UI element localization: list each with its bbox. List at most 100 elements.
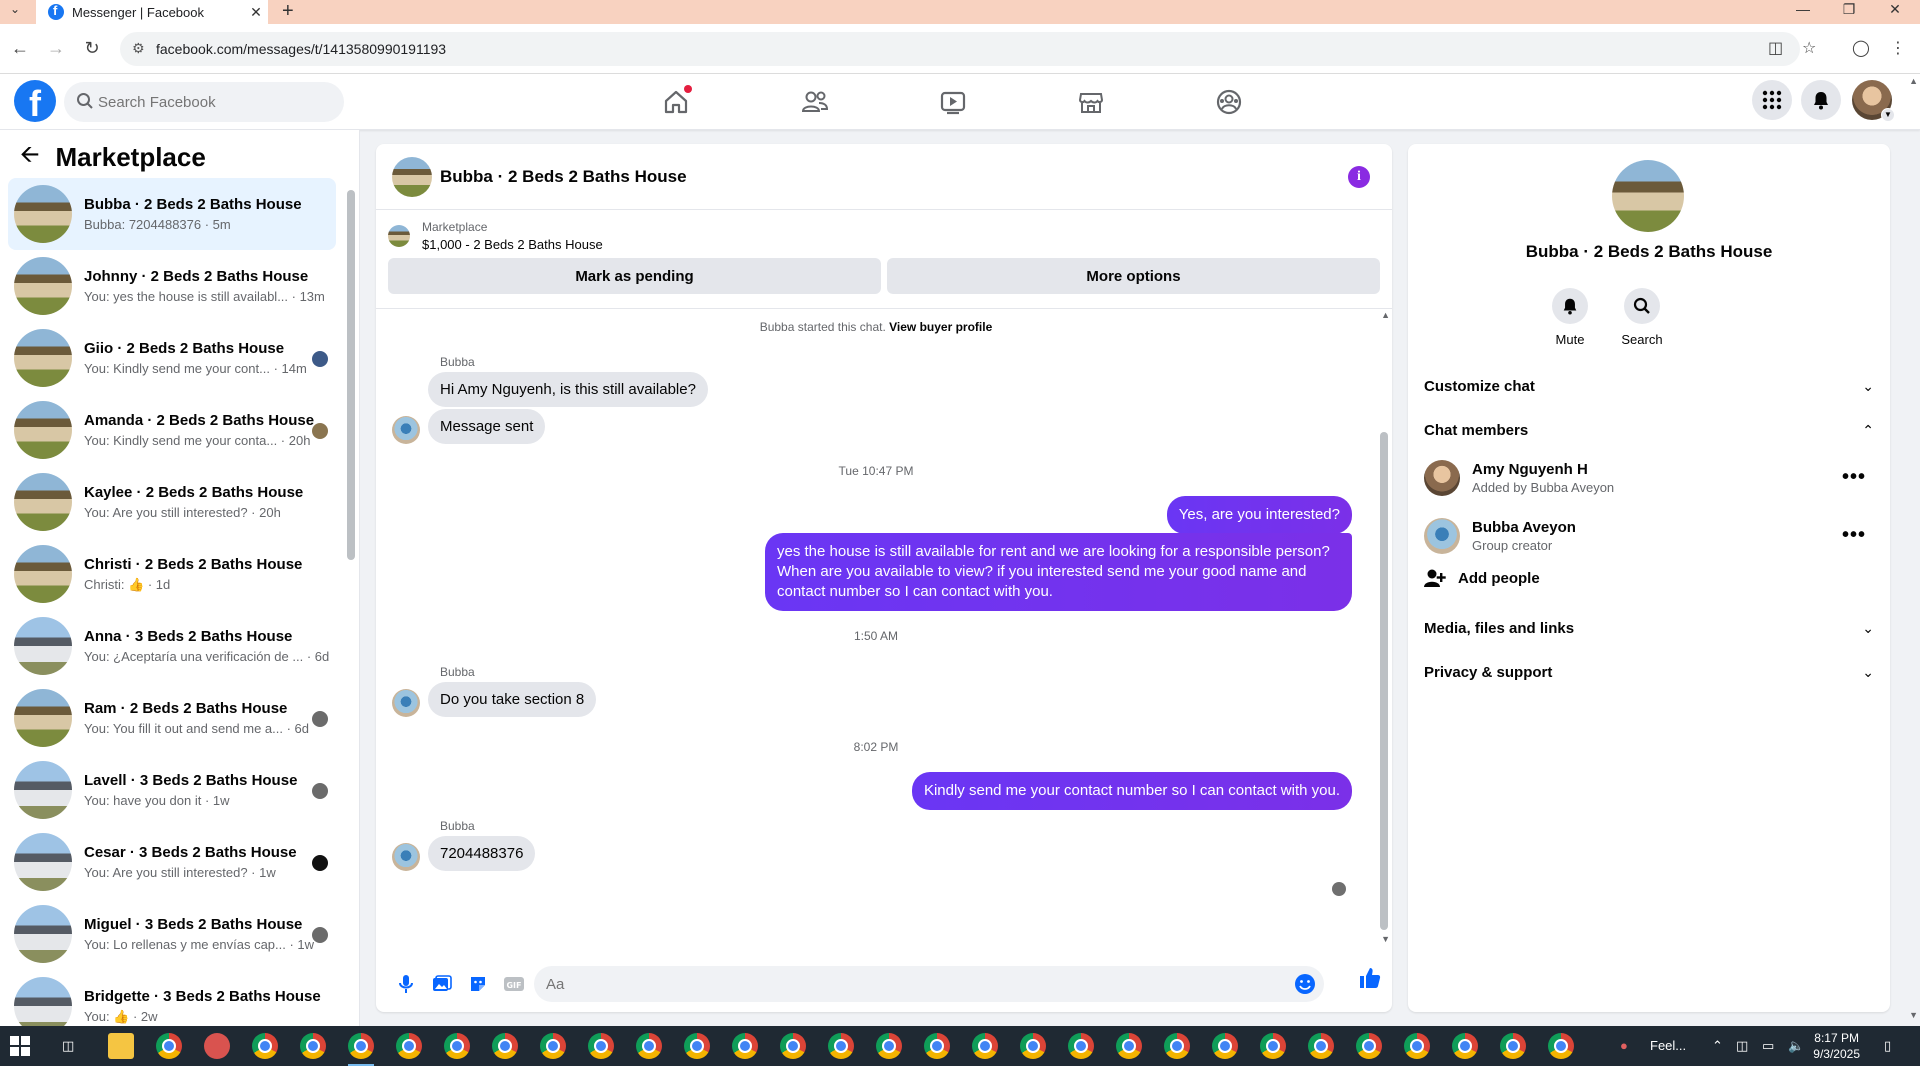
file-explorer-icon[interactable]	[108, 1033, 134, 1059]
back-arrow-icon[interactable]: 🡨	[20, 137, 40, 178]
sender-avatar[interactable]	[392, 843, 420, 871]
browser-tab-messenger[interactable]: Messenger | Facebook ✕	[36, 0, 268, 24]
message-input[interactable]	[534, 966, 1274, 1002]
chrome-icon[interactable]	[1356, 1033, 1382, 1059]
mark-as-pending-button[interactable]: Mark as pending	[388, 258, 881, 294]
scroll-up-icon[interactable]: ▲	[1381, 310, 1390, 320]
nav-marketplace[interactable]	[1073, 84, 1109, 120]
conversation-item[interactable]: Bridgette · 3 Beds 2 Baths House You: 👍 ·…	[8, 970, 336, 1026]
sender-avatar[interactable]	[392, 416, 420, 444]
chrome-icon[interactable]	[1260, 1033, 1286, 1059]
info-icon[interactable]: i	[1348, 166, 1370, 188]
site-info-icon[interactable]: ⚙	[132, 40, 145, 57]
chrome-icon[interactable]	[876, 1033, 902, 1059]
menu-button[interactable]	[1752, 80, 1792, 120]
page-scroll-down-icon[interactable]: ▼	[1909, 1010, 1918, 1020]
scroll-down-icon[interactable]: ▼	[1381, 934, 1390, 944]
more-options-icon[interactable]: •••	[1842, 466, 1866, 489]
install-app-icon[interactable]: ◫	[1768, 38, 1783, 58]
facebook-search[interactable]	[64, 82, 344, 122]
view-buyer-profile-link[interactable]: View buyer profile	[889, 320, 992, 334]
tray-device-icon[interactable]: ◫	[1736, 1038, 1748, 1054]
chat-member[interactable]: Bubba Aveyon Group creator •••	[1424, 512, 1874, 560]
conversation-item[interactable]: Kaylee · 2 Beds 2 Baths House You: Are yo…	[8, 466, 336, 538]
nav-friends[interactable]	[797, 84, 833, 120]
task-view-icon[interactable]: ◫	[62, 1038, 74, 1054]
chrome-icon[interactable]	[924, 1033, 950, 1059]
weather-text[interactable]: Feel...	[1650, 1038, 1686, 1053]
reload-icon[interactable]: ↻	[80, 36, 104, 60]
chrome-icon[interactable]	[300, 1033, 326, 1059]
restore-icon[interactable]: ❐	[1826, 0, 1872, 24]
facebook-logo-icon[interactable]: f	[14, 80, 56, 122]
back-icon[interactable]: ←	[8, 36, 32, 60]
bookmark-star-icon[interactable]: ☆	[1802, 38, 1816, 58]
chrome-icon[interactable]	[1212, 1033, 1238, 1059]
gif-icon[interactable]: GIF	[496, 966, 532, 1002]
chrome-icon[interactable]	[1308, 1033, 1334, 1059]
new-tab-icon[interactable]: +	[282, 0, 294, 22]
chrome-icon[interactable]	[1116, 1033, 1142, 1059]
chrome-icon[interactable]	[828, 1033, 854, 1059]
chat-member[interactable]: Amy Nguyenh H Added by Bubba Aveyon •••	[1424, 454, 1874, 502]
network-icon[interactable]: ▭	[1762, 1038, 1774, 1054]
chrome-icon[interactable]	[684, 1033, 710, 1059]
nav-video[interactable]	[935, 84, 971, 120]
conversation-item[interactable]: Bubba · 2 Beds 2 Baths House Bubba: 72044…	[8, 178, 336, 250]
chat-members-section[interactable]: Chat members ⌃	[1424, 412, 1874, 448]
page-scroll-up-icon[interactable]: ▲	[1909, 76, 1918, 86]
chat-avatar[interactable]	[392, 156, 432, 197]
listing-thumbnail[interactable]	[388, 225, 410, 247]
conversation-item[interactable]: Lavell · 3 Beds 2 Baths House You: have y…	[8, 754, 336, 826]
chrome-icon[interactable]	[540, 1033, 566, 1059]
more-options-button[interactable]: More options	[887, 258, 1380, 294]
chrome-icon[interactable]	[636, 1033, 662, 1059]
more-options-icon[interactable]: •••	[1842, 524, 1866, 547]
profile-icon[interactable]: ◯	[1852, 38, 1870, 58]
window-close-icon[interactable]: ✕	[1872, 0, 1918, 24]
chrome-icon[interactable]	[1068, 1033, 1094, 1059]
sidebar-scrollbar[interactable]	[347, 190, 355, 560]
chat-title[interactable]: Bubba · 2 Beds 2 Baths House	[440, 167, 687, 187]
media-files-links-section[interactable]: Media, files and links ⌄	[1424, 610, 1874, 646]
conversation-item[interactable]: Miguel · 3 Beds 2 Baths House You: Lo rel…	[8, 898, 336, 970]
system-clock[interactable]: 8:17 PM 9/3/2025	[1813, 1030, 1860, 1062]
like-thumb-icon[interactable]	[1358, 966, 1382, 995]
notification-center-icon[interactable]: ▯	[1884, 1038, 1891, 1054]
mute-button[interactable]: Mute	[1540, 288, 1600, 347]
listing-price[interactable]: $1,000 - 2 Beds 2 Baths House	[422, 237, 603, 252]
volume-icon[interactable]: 🔈	[1788, 1038, 1804, 1054]
conversation-item[interactable]: Cesar · 3 Beds 2 Baths House You: Are you…	[8, 826, 336, 898]
app-icon[interactable]	[204, 1033, 230, 1059]
tray-chevron-icon[interactable]: ⌃	[1712, 1038, 1723, 1054]
notifications-button[interactable]	[1801, 80, 1841, 120]
chrome-icon[interactable]	[444, 1033, 470, 1059]
add-people-button[interactable]: Add people	[1424, 568, 1540, 588]
chrome-icon[interactable]	[252, 1033, 278, 1059]
conversation-item[interactable]: Christi · 2 Beds 2 Baths House Christi: 👍…	[8, 538, 336, 610]
account-avatar[interactable]: ▼	[1852, 80, 1895, 122]
chrome-icon[interactable]	[1500, 1033, 1526, 1059]
privacy-support-section[interactable]: Privacy & support ⌄	[1424, 654, 1874, 690]
conversation-item[interactable]: Anna · 3 Beds 2 Baths House You: ¿Aceptar…	[8, 610, 336, 682]
nav-gaming[interactable]	[1211, 84, 1247, 120]
chrome-icon[interactable]	[1020, 1033, 1046, 1059]
conversation-item[interactable]: Johnny · 2 Beds 2 Baths House You: yes th…	[8, 250, 336, 322]
chrome-icon[interactable]	[1404, 1033, 1430, 1059]
photo-icon[interactable]	[424, 966, 460, 1002]
microphone-icon[interactable]	[388, 966, 424, 1002]
minimize-icon[interactable]: —	[1780, 0, 1826, 24]
sender-avatar[interactable]	[392, 689, 420, 717]
nav-home[interactable]	[658, 84, 694, 120]
chrome-icon[interactable]	[156, 1033, 182, 1059]
forward-icon[interactable]: →	[44, 36, 68, 60]
chrome-icon[interactable]	[1164, 1033, 1190, 1059]
conversation-item[interactable]: Amanda · 2 Beds 2 Baths House You: Kindly…	[8, 394, 336, 466]
conversation-item[interactable]: Ram · 2 Beds 2 Baths House You: You fill …	[8, 682, 336, 754]
facebook-search-input[interactable]	[98, 82, 338, 122]
chrome-icon[interactable]	[396, 1033, 422, 1059]
conversation-item[interactable]: Giio · 2 Beds 2 Baths House You: Kindly s…	[8, 322, 336, 394]
tab-close-icon[interactable]: ✕	[244, 4, 268, 21]
chrome-icon[interactable]	[732, 1033, 758, 1059]
chat-scrollbar[interactable]	[1380, 432, 1388, 930]
